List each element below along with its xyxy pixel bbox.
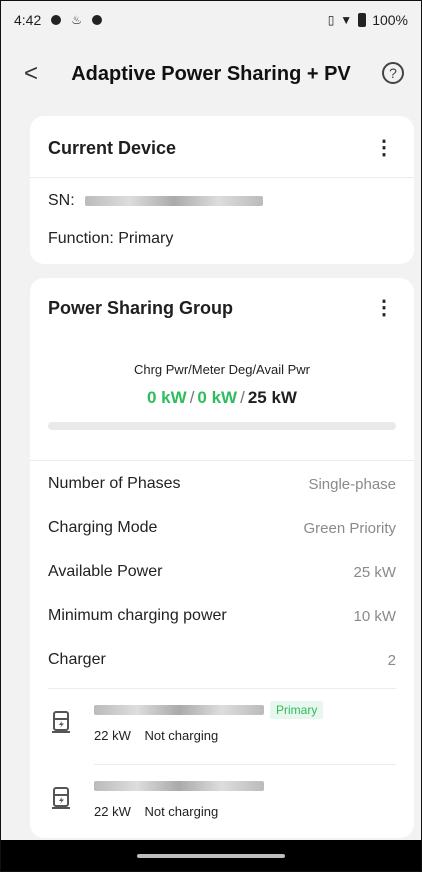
charger-name-redacted bbox=[94, 781, 264, 791]
status-time: 4:42 bbox=[14, 12, 42, 28]
vibrate-icon: ▯ bbox=[327, 13, 335, 27]
current-device-title: Current Device bbox=[48, 138, 177, 158]
serial-number-row: SN: bbox=[48, 192, 264, 210]
charger-header bbox=[94, 778, 264, 794]
divider bbox=[48, 688, 396, 689]
notification-icon bbox=[51, 15, 62, 25]
battery-percent: 100% bbox=[372, 12, 408, 28]
charger-status-line: 22 kW Not charging bbox=[94, 804, 218, 819]
battery-icon bbox=[358, 13, 367, 27]
divider bbox=[94, 764, 396, 765]
charger-power: 22 kW bbox=[94, 728, 131, 743]
serial-number-redacted bbox=[85, 195, 264, 206]
minimum-charging-power-row: Minimum charging power 10 kW bbox=[48, 604, 396, 628]
ev-charger-icon bbox=[52, 711, 70, 733]
row-value: Green Priority bbox=[303, 519, 396, 537]
row-label: Available Power bbox=[48, 563, 163, 580]
function-text: Function: Primary bbox=[48, 230, 174, 247]
number-of-phases-row: Number of Phases Single-phase bbox=[48, 472, 396, 496]
home-gesture-handle[interactable] bbox=[137, 854, 285, 858]
charger-name-redacted bbox=[94, 705, 264, 715]
charging-mode-row: Charging Mode Green Priority bbox=[48, 516, 396, 540]
power-values: 0 kW/0 kW/25 kW bbox=[30, 388, 414, 408]
charger-power: 22 kW bbox=[94, 804, 131, 819]
charger-list-item[interactable]: 22 kW Not charging bbox=[48, 768, 396, 838]
charging-power-value: 0 kW bbox=[147, 388, 187, 407]
row-value: 25 kW bbox=[353, 563, 396, 581]
more-vertical-icon[interactable]: ⋮ bbox=[374, 138, 394, 158]
available-power-row: Available Power 25 kW bbox=[48, 560, 396, 584]
row-label: Minimum charging power bbox=[48, 607, 227, 624]
row-value: 2 bbox=[387, 651, 396, 669]
charger-header: Primary bbox=[94, 701, 324, 719]
wifi-icon: ▼ bbox=[340, 13, 353, 27]
ev-charger-icon bbox=[52, 787, 70, 809]
primary-badge: Primary bbox=[270, 701, 324, 719]
power-sharing-group-card: Power Sharing Group ⋮ Chrg Pwr/Meter Deg… bbox=[30, 278, 414, 838]
power-label: Chrg Pwr/Meter Deg/Avail Pwr bbox=[133, 362, 311, 377]
system-navigation-bar bbox=[0, 840, 422, 872]
notification-dot-icon bbox=[92, 15, 103, 25]
row-label: Charging Mode bbox=[48, 519, 158, 536]
meter-degree-value: 0 kW bbox=[197, 388, 238, 407]
charger-status-line: 22 kW Not charging bbox=[94, 728, 218, 743]
charger-status: Not charging bbox=[144, 728, 219, 743]
chevron-left-icon[interactable]: < bbox=[24, 60, 38, 88]
power-sharing-group-title: Power Sharing Group bbox=[48, 298, 234, 318]
status-bar: 4:42 ♨ ▯ ▼ 100% bbox=[0, 0, 422, 40]
power-progress-bar bbox=[48, 422, 396, 430]
charger-count-row: Charger 2 bbox=[48, 648, 396, 672]
charger-list-item[interactable]: Primary 22 kW Not charging bbox=[48, 692, 396, 762]
row-label: Number of Phases bbox=[48, 475, 181, 492]
more-vertical-icon[interactable]: ⋮ bbox=[374, 298, 394, 318]
available-power-value: 25 kW bbox=[247, 388, 297, 407]
row-label: Charger bbox=[48, 651, 106, 668]
app-header: < Adaptive Power Sharing + PV ? bbox=[0, 52, 422, 96]
separator: / bbox=[189, 388, 195, 407]
row-value: Single-phase bbox=[308, 475, 396, 493]
divider bbox=[30, 177, 414, 178]
separator: / bbox=[240, 388, 245, 407]
page-title: Adaptive Power Sharing + PV bbox=[71, 62, 351, 85]
divider bbox=[30, 460, 414, 461]
app-notification-icon: ♨ bbox=[71, 13, 83, 27]
serial-number-label: SN: bbox=[48, 192, 75, 209]
current-device-card: Current Device ⋮ SN: Function: Primary bbox=[30, 116, 414, 264]
charger-status: Not charging bbox=[144, 804, 219, 819]
row-value: 10 kW bbox=[353, 607, 396, 625]
help-circle-icon[interactable]: ? bbox=[382, 62, 404, 84]
